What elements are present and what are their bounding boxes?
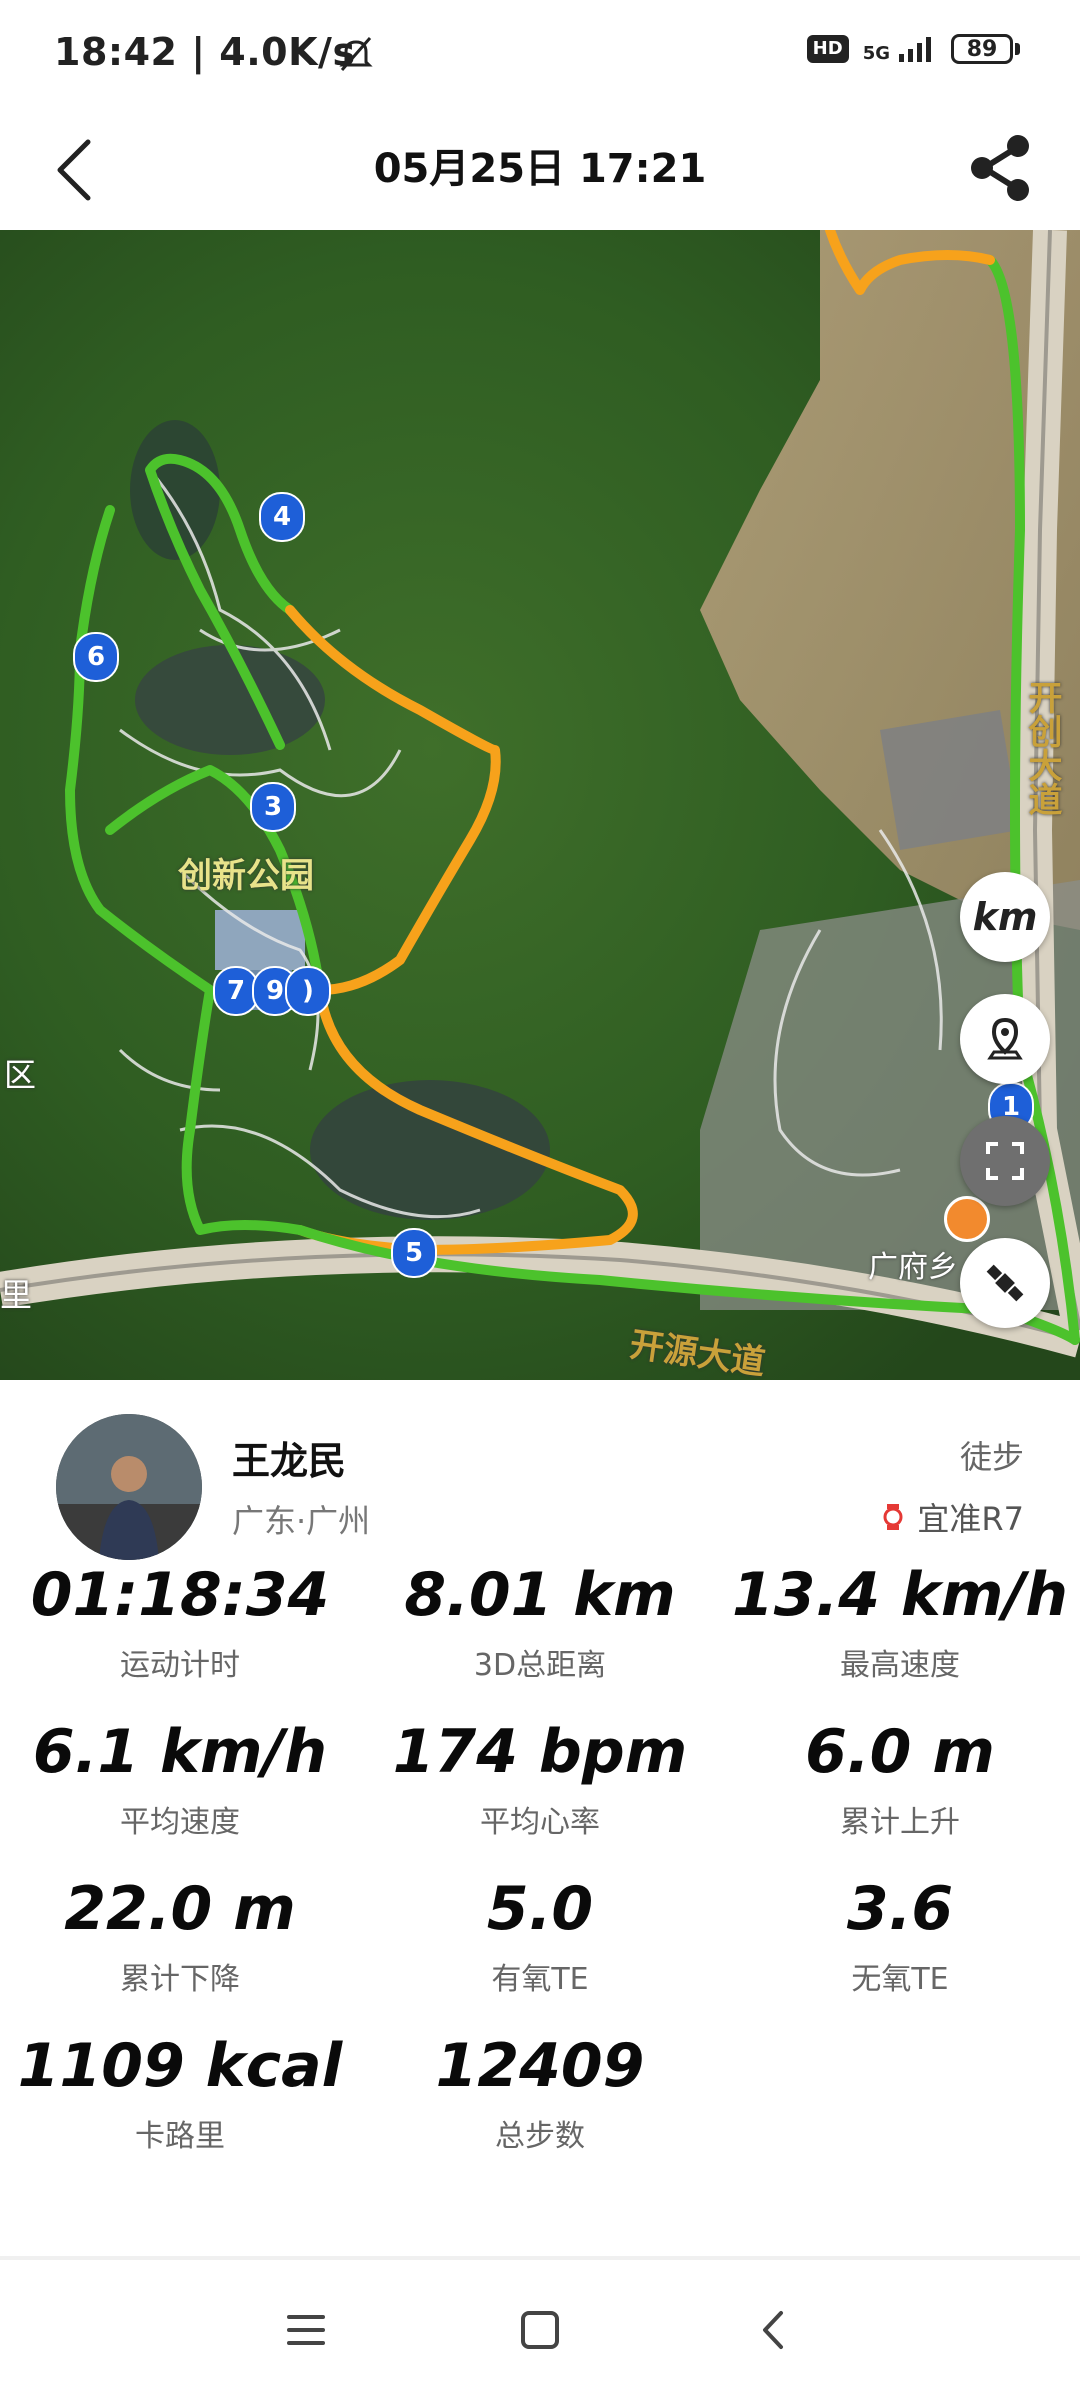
route-marker-5[interactable]: 5	[391, 1228, 437, 1278]
device-info: 宜准R7	[881, 1494, 1024, 1540]
battery-level: 89	[951, 34, 1013, 64]
mute-icon	[336, 34, 376, 78]
page-title: 05月25日 17:21	[373, 146, 707, 192]
system-nav-bar	[0, 2260, 1080, 2400]
user-name: 王龙民	[232, 1439, 347, 1483]
stat-value: 174 bpm	[392, 1717, 688, 1787]
stat-label: 累计下降	[120, 1962, 240, 1997]
stat-avg-speed: 6.1 km/h 平均速度	[0, 1717, 360, 1841]
stat-value: 6.0 m	[805, 1717, 995, 1787]
stat-anaerobic-te: 3.6 无氧TE	[720, 1874, 1080, 1998]
stat-elevation-loss: 22.0 m 累计下降	[0, 1874, 360, 1998]
stat-label: 最高速度	[840, 1648, 960, 1683]
nav-back-icon	[763, 2311, 783, 2349]
stat-label: 平均心率	[480, 1805, 600, 1840]
location-pin-icon	[987, 1017, 1023, 1060]
stat-distance: 8.01 km 3D总距离	[360, 1560, 720, 1684]
stat-value: 1109 kcal	[17, 2031, 343, 2101]
stat-label: 总步数	[495, 2119, 585, 2154]
menu-icon	[287, 2315, 325, 2345]
signal-icon: 5G	[863, 34, 937, 64]
stat-label: 平均速度	[120, 1805, 240, 1840]
watch-icon	[883, 1504, 903, 1530]
avatar[interactable]	[56, 1414, 202, 1560]
stat-value: 5.0	[486, 1874, 594, 1944]
poi-icon[interactable]	[944, 1196, 990, 1242]
stat-label: 卡路里	[135, 2119, 225, 2154]
park-label: 创新公园	[178, 856, 314, 896]
stat-value: 12409	[435, 2031, 645, 2101]
stat-value: 3.6	[846, 1874, 954, 1944]
route-marker-3[interactable]: 3	[250, 782, 296, 832]
satellite-layer-button[interactable]	[960, 1238, 1050, 1328]
stat-aerobic-te: 5.0 有氧TE	[360, 1874, 720, 1998]
unit-toggle-label: km	[972, 895, 1038, 939]
nav-home-button[interactable]	[500, 2290, 580, 2370]
user-location: 广东·广州	[232, 1502, 371, 1540]
stat-label: 累计上升	[840, 1805, 960, 1840]
home-square-icon	[521, 2311, 559, 2349]
status-icons: HD 5G 89	[806, 34, 1020, 64]
stat-avg-heart-rate: 174 bpm 平均心率	[360, 1717, 720, 1841]
stat-steps: 12409 总步数	[360, 2031, 720, 2155]
device-name: 宜准R7	[917, 1500, 1024, 1538]
route-marker-4[interactable]: 4	[259, 492, 305, 542]
stat-label: 3D总距离	[473, 1648, 607, 1683]
stat-duration: 01:18:34 运动计时	[0, 1560, 360, 1684]
fullscreen-button[interactable]	[960, 1116, 1050, 1206]
area-label-left: 区	[4, 1056, 37, 1094]
route-marker-10[interactable]: )	[285, 966, 331, 1016]
area-label-left-bottom: 里	[0, 1276, 33, 1314]
nav-back-button[interactable]	[734, 2290, 814, 2370]
unit-toggle-button[interactable]: km	[960, 872, 1050, 962]
share-icon	[971, 135, 1029, 201]
top-bar: 05月25日 17:21	[0, 112, 1080, 230]
fullscreen-icon	[986, 1142, 1024, 1180]
stat-value: 8.01 km	[404, 1560, 676, 1630]
stat-value: 22.0 m	[64, 1874, 296, 1944]
hd-badge: HD	[806, 35, 849, 63]
route-map[interactable]: 4 6 3 7 9 ) 1 5 创新公园 开源大道 开创大道 广府乡 区 里 k…	[0, 230, 1080, 1380]
stat-max-speed: 13.4 km/h 最高速度	[720, 1560, 1080, 1684]
stat-value: 13.4 km/h	[732, 1560, 1068, 1630]
poi-label: 广府乡	[868, 1250, 958, 1285]
nav-menu-button[interactable]	[266, 2290, 346, 2370]
share-button[interactable]	[960, 128, 1040, 208]
stat-calories: 1109 kcal 卡路里	[0, 2031, 360, 2155]
activity-type: 徒步	[959, 1438, 1024, 1476]
battery-icon: 89	[951, 34, 1020, 64]
athlete-profile: 王龙民 广东·广州 徒步 宜准R7	[0, 1380, 1080, 1560]
route-marker-6[interactable]: 6	[73, 632, 119, 682]
stat-label: 运动计时	[120, 1648, 240, 1683]
stat-label: 无氧TE	[851, 1962, 949, 1997]
satellite-icon	[986, 1264, 1024, 1302]
stat-value: 6.1 km/h	[32, 1717, 328, 1787]
stat-value: 01:18:34	[30, 1560, 330, 1630]
satellite-map	[0, 230, 1080, 1380]
status-bar: 18:42 | 4.0K/s HD 5G 89	[0, 0, 1080, 112]
location-button[interactable]	[960, 994, 1050, 1084]
status-time: 18:42 | 4.0K/s	[54, 30, 356, 74]
road-label-right: 开创大道	[1022, 680, 1062, 816]
stat-label: 有氧TE	[491, 1962, 589, 1997]
stat-elevation-gain: 6.0 m 累计上升	[720, 1717, 1080, 1841]
network-type: 5G	[862, 43, 890, 64]
